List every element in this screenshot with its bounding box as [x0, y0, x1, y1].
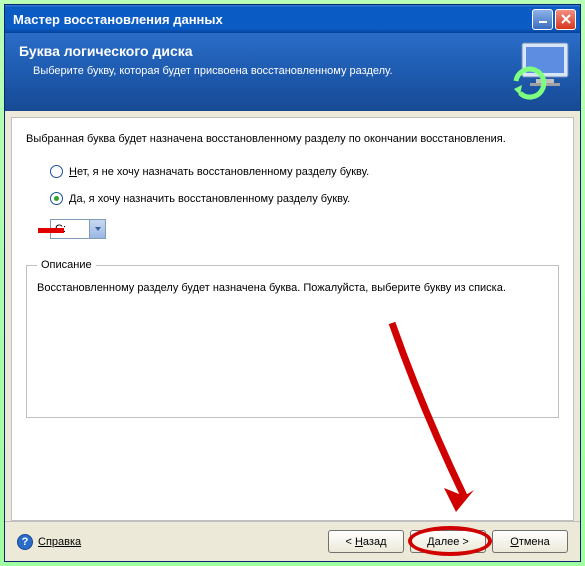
description-legend: Описание — [37, 259, 96, 271]
button-bar: ? Справка < Назад Далее > Отмена — [5, 521, 580, 561]
option-yes-label: Да, я хочу назначить восстановленному ра… — [69, 193, 350, 205]
option-no-label: Нет, я не хочу назначать восстановленном… — [69, 166, 369, 178]
banner-subtitle: Выберите букву, которая будет присвоена … — [19, 65, 566, 77]
monitor-restore-icon — [508, 39, 574, 103]
description-text: Восстановленному разделу будет назначена… — [37, 281, 548, 296]
help-icon: ? — [17, 534, 33, 550]
content-panel: Выбранная буква будет назначена восстано… — [11, 117, 574, 521]
window-title: Мастер восстановления данных — [13, 12, 223, 27]
help-label: Справка — [38, 536, 81, 548]
annotation-underline — [38, 228, 64, 233]
wizard-window: Мастер восстановления данных Буква логич… — [4, 4, 581, 562]
cancel-button[interactable]: Отмена — [492, 530, 568, 553]
help-link[interactable]: ? Справка — [17, 534, 81, 550]
radio-yes[interactable] — [50, 192, 63, 205]
intro-text: Выбранная буква будет назначена восстано… — [26, 132, 559, 147]
chevron-down-icon — [89, 220, 105, 238]
titlebar: Мастер восстановления данных — [5, 5, 580, 33]
banner: Буква логического диска Выберите букву, … — [5, 33, 580, 111]
radio-no[interactable] — [50, 165, 63, 178]
next-button[interactable]: Далее > — [410, 530, 486, 553]
banner-heading: Буква логического диска — [19, 43, 566, 59]
minimize-button[interactable] — [532, 9, 553, 30]
description-group: Описание Восстановленному разделу будет … — [26, 259, 559, 417]
back-button[interactable]: < Назад — [328, 530, 404, 553]
close-button[interactable] — [555, 9, 576, 30]
